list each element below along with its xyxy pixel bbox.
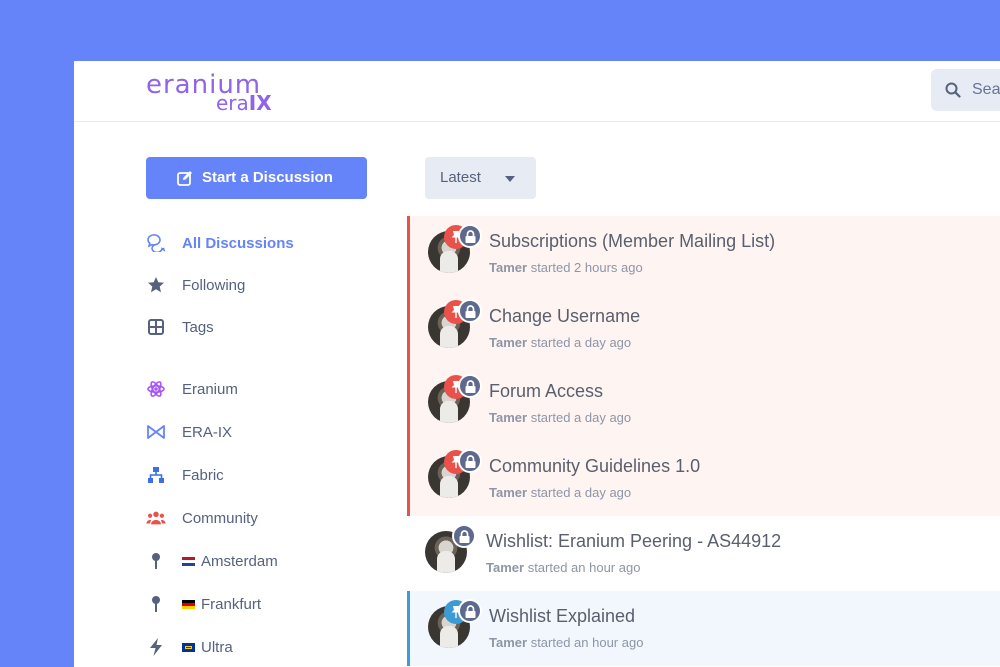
discussion-title[interactable]: Wishlist Explained <box>489 606 635 627</box>
search-icon <box>945 82 961 98</box>
logo-line-2: eraIX <box>216 91 272 115</box>
sidebar-item-label: All Discussions <box>182 234 294 252</box>
sidebar-item-following[interactable]: Following <box>146 273 386 297</box>
sidebar-item-ultra[interactable]: Ultra <box>146 635 386 659</box>
sidebar-item-label: Ultra <box>182 639 233 656</box>
discussion-item[interactable]: Wishlist: Eranium Peering - AS44912 Tame… <box>407 516 1000 591</box>
bowtie-icon <box>146 422 166 442</box>
sidebar-item-all-discussions[interactable]: All Discussions <box>146 231 386 255</box>
map-pin-icon <box>146 551 166 571</box>
sidebar-item-label: Amsterdam <box>182 553 278 570</box>
sidebar-item-label: Community <box>182 509 258 527</box>
start-discussion-button[interactable]: Start a Discussion <box>146 157 367 199</box>
sidebar-item-label: Eranium <box>182 380 238 398</box>
sidebar-item-eranium[interactable]: Eranium <box>146 377 386 401</box>
discussion-item[interactable]: Subscriptions (Member Mailing List) Tame… <box>407 216 1000 291</box>
start-discussion-label: Start a Discussion <box>202 169 333 186</box>
atom-icon <box>146 379 166 399</box>
discussion-title[interactable]: Subscriptions (Member Mailing List) <box>489 231 775 252</box>
users-icon <box>146 508 166 528</box>
sidebar-item-label: Tags <box>182 318 214 336</box>
discussion-meta: Tamer started 2 hours ago <box>489 260 643 275</box>
map-pin-icon <box>146 594 166 614</box>
discussion-meta: Tamer started an hour ago <box>489 635 644 650</box>
discussion-title[interactable]: Change Username <box>489 306 640 327</box>
discussion-item[interactable]: Wishlist Explained Tamer started an hour… <box>407 591 1000 666</box>
search-input[interactable]: Search <box>931 69 1000 111</box>
comments-icon <box>146 233 166 253</box>
lock-badge-icon <box>458 374 482 398</box>
lock-badge-icon <box>458 449 482 473</box>
tags-grid-icon <box>146 317 166 337</box>
discussion-item[interactable]: Change Username Tamer started a day ago <box>407 291 1000 366</box>
sidebar-item-frankfurt[interactable]: Frankfurt <box>146 592 386 616</box>
sidebar-item-community[interactable]: Community <box>146 506 386 530</box>
lock-badge-icon <box>458 599 482 623</box>
discussion-item[interactable]: Forum Access Tamer started a day ago <box>407 366 1000 441</box>
discussion-meta: Tamer started a day ago <box>489 410 632 425</box>
sidebar-item-tags[interactable]: Tags <box>146 315 386 339</box>
sidebar-item-era-ix[interactable]: ERA-IX <box>146 420 386 444</box>
sidebar-item-fabric[interactable]: Fabric <box>146 463 386 487</box>
discussion-title[interactable]: Forum Access <box>489 381 603 402</box>
lock-badge-icon <box>452 524 476 548</box>
sort-selected-label: Latest <box>440 169 481 186</box>
germany-flag-icon <box>182 599 195 609</box>
lock-badge-icon <box>458 224 482 248</box>
caret-down-icon <box>505 176 515 182</box>
sidebar-item-label: Frankfurt <box>182 596 261 613</box>
discussion-meta: Tamer started a day ago <box>489 335 632 350</box>
sort-dropdown[interactable]: Latest <box>425 157 536 199</box>
sidebar-item-label: ERA-IX <box>182 423 233 441</box>
bolt-icon <box>146 637 166 657</box>
discussion-item[interactable]: Community Guidelines 1.0 Tamer started a… <box>407 441 1000 516</box>
discussion-title[interactable]: Community Guidelines 1.0 <box>489 456 700 477</box>
star-icon <box>146 275 166 295</box>
edit-icon <box>177 171 192 186</box>
discussion-meta: Tamer started a day ago <box>489 485 632 500</box>
eu-flag-icon <box>182 642 195 652</box>
sidebar-item-label: Following <box>182 276 246 294</box>
sidebar-item-amsterdam[interactable]: Amsterdam <box>146 549 386 573</box>
netherlands-flag-icon <box>182 556 195 566</box>
eranium-logo[interactable]: eranium eraIX <box>146 71 286 115</box>
discussion-title[interactable]: Wishlist: Eranium Peering - AS44912 <box>486 531 781 552</box>
header: eranium eraIX Search <box>74 61 1000 122</box>
lock-badge-icon <box>458 299 482 323</box>
discussion-meta: Tamer started an hour ago <box>486 560 641 575</box>
app-window: eranium eraIX Search Start a Discussion … <box>74 61 1000 667</box>
network-icon <box>146 465 166 485</box>
sidebar-item-label: Fabric <box>182 466 224 484</box>
search-placeholder: Search <box>972 81 1000 98</box>
